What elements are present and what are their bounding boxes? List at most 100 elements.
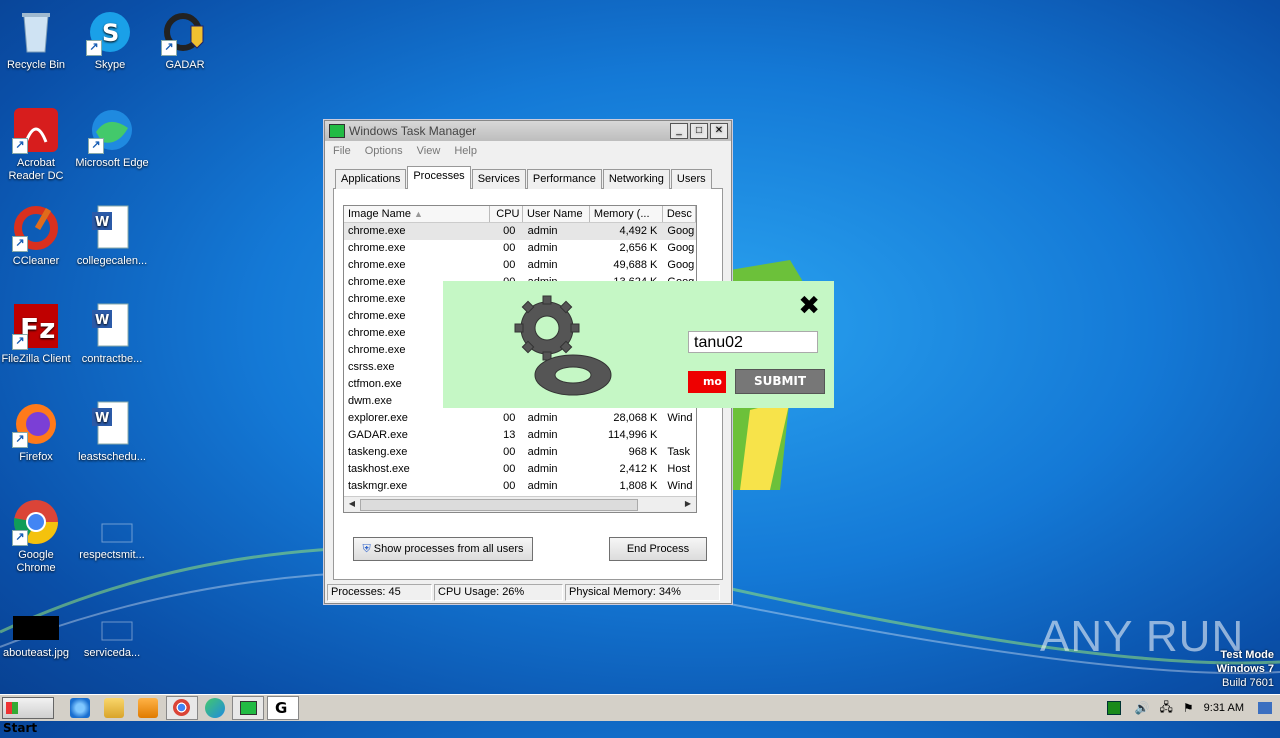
horizontal-scrollbar[interactable]: ◀ ▶ [344,496,696,512]
scroll-right-icon[interactable]: ▶ [681,498,695,510]
desktop-icon-abouteast[interactable]: abouteast.jpg [0,596,74,660]
gadar-icon: ↗ [161,8,209,56]
close-icon[interactable]: ✖ [798,293,820,319]
internet-explorer-icon[interactable] [70,698,90,718]
desktop-icon-collegecalendar[interactable]: W collegecalen... [74,204,150,268]
cell-description: Goog [667,225,695,237]
desktop-icon-label: Microsoft Edge [75,157,149,169]
build-label: Build 7601 [1222,677,1274,689]
column-image-name[interactable]: Image Name ▲ [344,206,490,222]
scroll-thumb[interactable] [360,499,638,511]
minimize-button[interactable]: _ [670,123,688,139]
network-icon[interactable]: 🖧 [1159,698,1172,719]
file-explorer-icon[interactable] [104,698,124,718]
shortcut-arrow-icon: ↗ [86,40,102,56]
menu-options[interactable]: Options [365,145,403,157]
menu-help[interactable]: Help [454,145,477,157]
desktop-icon-recycle-bin[interactable]: Recycle Bin [0,8,74,72]
table-row[interactable]: taskmgr.exe 00 admin 1,808 K Wind [344,478,696,495]
process-list-header: Image Name ▲ CPU User Name Memory (... D… [344,206,696,223]
blank-file-icon [88,596,136,644]
gadar-icon: G [275,699,288,717]
table-row[interactable]: chrome.exe 00 admin 49,688 K Goog [344,257,696,274]
windows-flag-icon [6,702,18,714]
column-memory[interactable]: Memory (... [590,206,663,222]
edge-icon[interactable] [205,698,225,718]
tab-services[interactable]: Services [471,169,526,189]
blank-file-icon [88,498,136,546]
shortcut-arrow-icon: ↗ [12,236,28,252]
cell-memory: 2,656 K [619,242,658,254]
cell-image-name: chrome.exe [348,259,406,271]
cell-memory: 1,808 K [619,480,658,492]
desktop-icon-contract[interactable]: W contractbe... [74,302,150,366]
taskbar-chrome-button[interactable] [166,696,198,720]
tab-applications[interactable]: Applications [335,169,407,189]
column-label: Image Name [348,208,411,220]
demo-button[interactable]: mo [688,371,726,393]
network-status-icon[interactable] [1106,701,1121,715]
tab-strip: Applications Processes Services Performa… [335,166,713,189]
table-row[interactable]: taskeng.exe 00 admin 968 K Task [344,444,696,461]
tab-performance[interactable]: Performance [526,169,602,189]
desktop-icon-edge[interactable]: ↗ Microsoft Edge [74,106,150,170]
menu-file[interactable]: File [333,145,351,157]
show-desktop-icon[interactable] [1258,702,1272,714]
volume-icon[interactable]: 🔊 [1135,701,1150,715]
media-player-icon[interactable] [138,698,158,718]
desktop-icon-label: Acrobat Reader DC [8,157,64,182]
start-button[interactable]: Start [2,697,54,735]
desktop-icon-label: leastschedu... [78,451,146,463]
maximize-button[interactable]: □ [690,123,708,139]
desktop-icon-acrobat[interactable]: ↗ Acrobat Reader DC [0,106,74,183]
desktop-icon-respectsmith[interactable]: respectsmit... [74,498,150,562]
tab-users[interactable]: Users [670,169,712,189]
status-bar: Processes: 45 CPU Usage: 26% Physical Me… [327,584,727,601]
table-row[interactable]: chrome.exe 00 admin 4,492 K Goog [344,223,696,240]
desktop-icon-label: Google Chrome [16,549,56,574]
title-bar[interactable]: Windows Task Manager _ □ ✕ [325,121,731,141]
desktop-icon-filezilla[interactable]: Fz ↗ FileZilla Client [0,302,74,366]
cell-user-name: admin [527,242,558,254]
column-description[interactable]: Desc [663,206,696,222]
close-button[interactable]: ✕ [710,123,728,139]
cell-memory: 49,688 K [613,259,658,271]
desktop-icon-chrome[interactable]: ↗ Google Chrome [0,498,74,575]
submit-button[interactable]: SUBMIT [735,369,825,394]
scroll-left-icon[interactable]: ◀ [345,498,359,510]
table-row[interactable]: taskhost.exe 00 admin 2,412 K Host [344,461,696,478]
clock[interactable]: 9:31 AM [1204,702,1244,714]
system-tray: 🔊 🖧 ⚑ 9:31 AM [1106,695,1280,721]
desktop-icon-skype[interactable]: S ↗ Skype [72,8,148,72]
key-input[interactable]: tanu02 [688,331,818,353]
sort-ascending-icon: ▲ [414,209,423,219]
end-process-button[interactable]: End Process [609,537,707,561]
tab-networking[interactable]: Networking [602,169,670,189]
cell-memory: 114,996 K [608,429,658,441]
menu-view[interactable]: View [417,145,441,157]
table-row[interactable]: chrome.exe 00 admin 2,656 K Goog [344,240,696,257]
show-all-processes-button[interactable]: ⛨ Show processes from all users [353,537,533,561]
cell-user-name: admin [527,463,558,475]
desktop-icon-gadar[interactable]: ↗ GADAR [147,8,223,72]
table-row[interactable]: GADAR.exe 13 admin 114,996 K [344,427,696,444]
desktop-icon-firefox[interactable]: ↗ Firefox [0,400,74,464]
taskbar-task-manager-button[interactable] [232,696,264,720]
desktop-icon-serviceda[interactable]: serviceda... [74,596,150,660]
action-center-flag-icon[interactable]: ⚑ [1183,701,1194,715]
menu-bar: File Options View Help [325,141,731,161]
column-cpu[interactable]: CPU [490,206,523,222]
cell-image-name: chrome.exe [348,242,406,254]
table-row[interactable]: explorer.exe 00 admin 28,068 K Wind [344,410,696,427]
desktop-icon-leastschedule[interactable]: W leastschedu... [74,400,150,464]
cell-cpu: 00 [503,225,516,237]
desktop-icon-label: abouteast.jpg [2,647,70,659]
status-cpu-usage: CPU Usage: 26% [434,584,563,601]
tab-processes[interactable]: Processes [407,166,471,189]
taskbar-gadar-button[interactable]: G [267,696,299,720]
cell-description: Goog [667,242,695,254]
test-mode-label: Test Mode [1220,649,1274,661]
column-user-name[interactable]: User Name [523,206,590,222]
shortcut-arrow-icon: ↗ [88,138,104,154]
desktop-icon-ccleaner[interactable]: ↗ CCleaner [0,204,74,268]
